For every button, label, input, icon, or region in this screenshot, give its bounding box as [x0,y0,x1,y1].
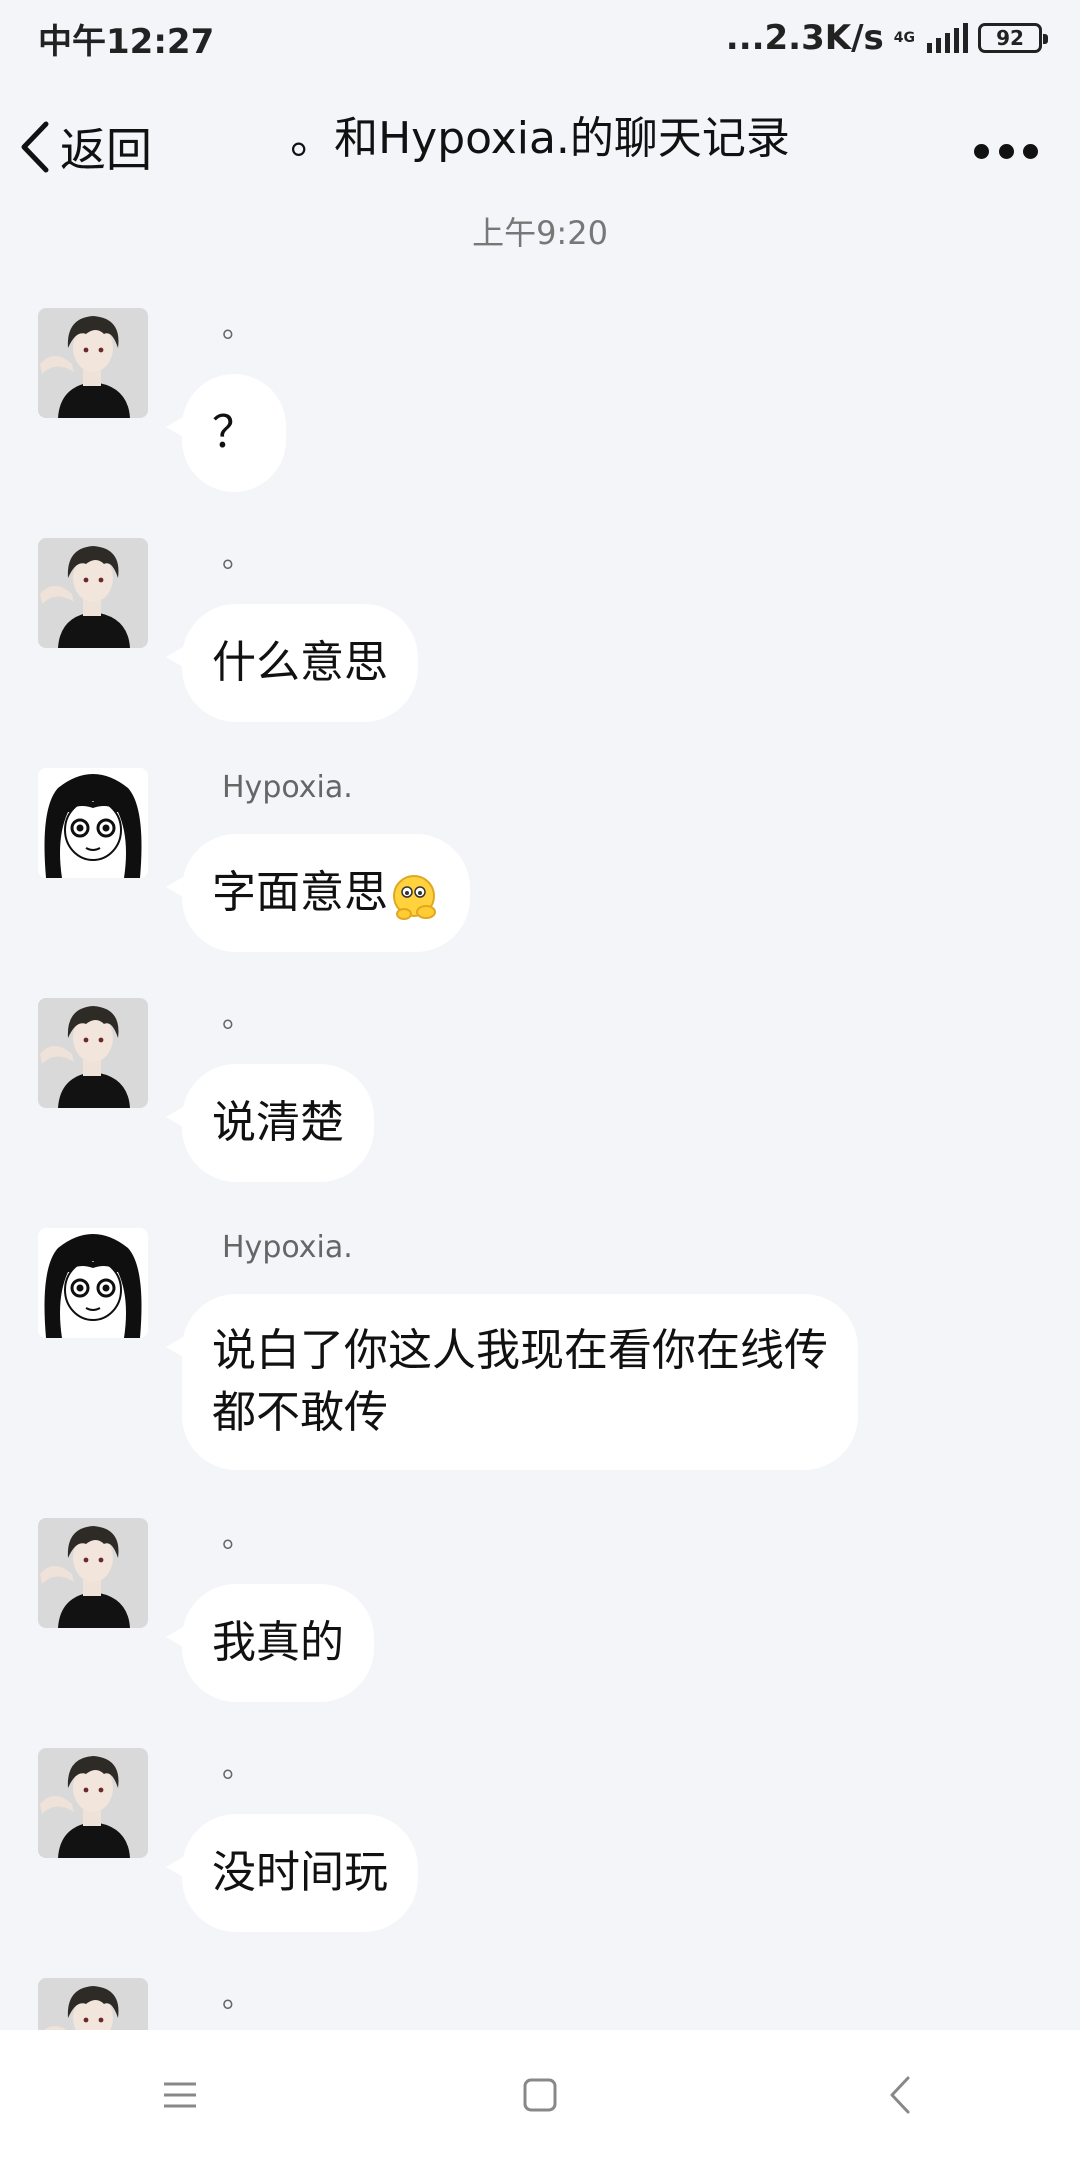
status-indicators: ...2.3K/s 4G 92 [725,18,1048,58]
avatar[interactable] [38,1748,148,1858]
back-chevron-icon [890,2076,910,2114]
avatar[interactable] [38,308,148,418]
sender-name: 。 [222,310,252,345]
message-bubble[interactable]: 字面意思 [166,834,470,952]
sender-name: Hypoxia. [222,1230,353,1265]
system-back-button[interactable] [840,2055,960,2135]
status-time: 中午12:27 [38,21,215,62]
message-text-line: 说白了你这人我现在看你在线传 [212,1325,828,1376]
avatar[interactable] [38,1228,148,1338]
message-bubble[interactable]: 说白了你这人我现在看你在线传 都不敢传 [166,1294,858,1470]
more-options-icon[interactable] [974,136,1038,166]
menu-icon [164,2082,196,2108]
sender-name: 。 [222,1520,252,1555]
signal-icon [927,23,968,53]
page-title: 。和Hypoxia.的聊天记录 [290,113,790,164]
sender-name: 。 [222,1750,252,1785]
sender-name: 。 [222,540,252,575]
sender-name: 。 [222,1000,252,1035]
status-bar: 中午12:27 ...2.3K/s 4G 92 [0,0,1080,76]
menu-button[interactable] [120,2055,240,2135]
system-nav-bar [0,2030,1080,2160]
message-bubble[interactable]: 没时间玩 [166,1814,418,1932]
sender-name: Hypoxia. [222,770,353,805]
avatar[interactable] [38,1518,148,1628]
home-button[interactable] [480,2055,600,2135]
message-bubble[interactable]: 说清楚 [166,1064,374,1182]
message-bubble[interactable]: 什么意思 [166,604,418,722]
sender-name: 。 [222,1980,252,2015]
message-bubble[interactable]: ？ [166,374,286,492]
battery-icon: 92 [978,23,1048,53]
network-type: 4G [893,30,915,46]
chat-timestamp: 上午9:20 [472,214,608,252]
message-text-line: 都不敢传 [212,1387,388,1438]
home-square-icon [523,2078,557,2112]
avatar[interactable] [38,998,148,1108]
network-speed: ...2.3K/s [725,18,884,58]
avatar[interactable] [38,768,148,878]
battery-level: 92 [996,26,1024,50]
message-text: 字面意思 [212,867,388,918]
chat-header: 返回 。和Hypoxia.的聊天记录 [0,76,1080,216]
message-bubble[interactable]: 我真的 [166,1584,374,1702]
peeking-face-emoji-icon [393,875,436,920]
avatar[interactable] [38,538,148,648]
